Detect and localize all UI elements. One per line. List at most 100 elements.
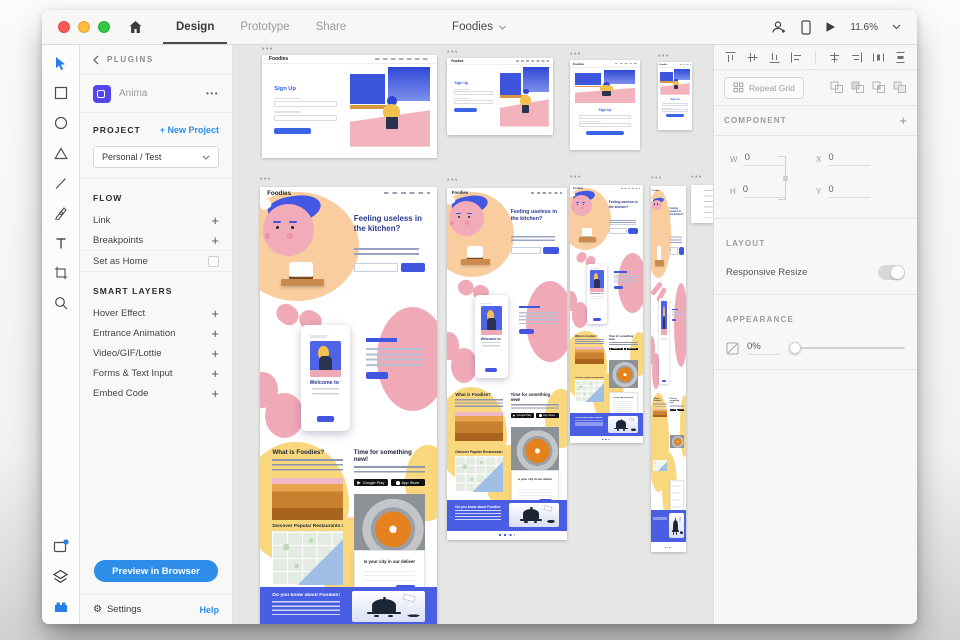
pen-tool[interactable] [53, 205, 69, 221]
home-button[interactable] [122, 10, 149, 44]
y-value[interactable]: 0 [828, 184, 870, 198]
artboard-options-menu[interactable]: ••• [570, 174, 582, 181]
phone-button-skeleton [593, 318, 600, 321]
artboard-signup-tablet[interactable]: Foodies Sign Up [570, 60, 640, 150]
align-top-button[interactable] [724, 51, 737, 64]
text-tool[interactable] [53, 235, 69, 251]
invite-button[interactable] [771, 20, 787, 34]
artboard-tool[interactable] [53, 265, 69, 281]
add-entrance-animation-button[interactable]: + [211, 327, 219, 340]
artboard-home-mobile[interactable]: Foodies Feeling useless in the kitchen? … [651, 186, 686, 552]
add-forms-button[interactable]: + [211, 367, 219, 380]
repeat-grid-button[interactable]: Repeat Grid [724, 77, 804, 99]
smart-layer-hover-effect[interactable]: Hover Effect + [80, 303, 232, 323]
assets-panel-button[interactable] [53, 538, 69, 554]
artboard-options-menu[interactable]: ••• [570, 51, 582, 58]
add-embed-code-button[interactable]: + [211, 387, 219, 400]
phone-mockup: Welcome to foodies! [301, 325, 351, 431]
rectangle-tool[interactable] [53, 85, 69, 101]
site-header: Foodies [262, 55, 437, 64]
flow-item-breakpoints[interactable]: Breakpoints + [80, 230, 232, 250]
smart-layer-entrance-animation[interactable]: Entrance Animation + [80, 323, 232, 343]
back-chevron-icon[interactable] [93, 55, 99, 65]
opacity-value[interactable]: 0% [747, 341, 781, 355]
artboard-options-menu[interactable]: ••• [658, 53, 670, 60]
select-tool[interactable] [53, 55, 69, 71]
footer-text: Do you know about Foodies? [272, 593, 339, 615]
help-link[interactable]: Help [199, 605, 219, 615]
artboard-signup-mobile[interactable]: Foodies Sign Up [658, 62, 692, 130]
x-field[interactable]: X0 [816, 152, 901, 166]
line-tool[interactable] [53, 175, 69, 191]
opacity-slider[interactable] [789, 342, 905, 354]
artboard-options-menu[interactable]: ••• [447, 49, 459, 56]
settings-button[interactable]: Settings [107, 604, 141, 615]
artboard-options-menu[interactable]: ••• [447, 177, 459, 184]
artboard-menu-screen[interactable] [691, 185, 713, 223]
boolean-add-button[interactable] [830, 81, 844, 94]
plugin-menu-button[interactable]: ••• [206, 89, 219, 98]
align-middle-button[interactable] [746, 51, 759, 64]
align-center-button[interactable] [828, 51, 841, 64]
preview-on-device-button[interactable] [801, 20, 811, 35]
polygon-tool[interactable] [53, 145, 69, 161]
social-icons-skeleton [499, 534, 514, 536]
align-right-button[interactable] [850, 51, 863, 64]
layers-panel-button[interactable] [53, 568, 69, 584]
minimize-window-button[interactable] [78, 21, 90, 33]
distribute-horizontal-button[interactable] [872, 51, 885, 64]
artboard-options-menu[interactable]: ••• [262, 46, 274, 53]
distribute-vertical-button[interactable] [894, 51, 907, 64]
zoom-level[interactable]: 11.6% [850, 22, 878, 33]
artboard-options-menu[interactable]: ••• [651, 175, 663, 182]
add-video-button[interactable]: + [211, 347, 219, 360]
width-field[interactable]: W0 [730, 152, 816, 166]
align-left-button[interactable] [790, 51, 803, 64]
project-select[interactable]: Personal / Test [93, 146, 219, 168]
design-canvas[interactable]: ••• ••• ••• ••• ••• ••• ••• ••• ••• Food… [233, 45, 713, 624]
zoom-window-button[interactable] [98, 21, 110, 33]
document-title-menu[interactable]: Foodies [452, 10, 507, 44]
artboard-signup-laptop[interactable]: Foodies Sign Up [447, 58, 553, 135]
artboard-home-laptop[interactable]: Foodies Feeling useless in the kitchen? … [447, 188, 567, 540]
smart-layer-forms-text-input[interactable]: Forms & Text Input + [80, 363, 232, 383]
tab-prototype[interactable]: Prototype [227, 10, 302, 44]
add-breakpoints-button[interactable]: + [211, 234, 219, 247]
zoom-tool[interactable] [53, 295, 69, 311]
text-skeleton [670, 405, 684, 408]
boolean-exclude-button[interactable] [893, 81, 907, 94]
opacity-icon [726, 342, 739, 355]
y-field[interactable]: Y0 [816, 184, 901, 198]
lock-aspect-ratio-bracket[interactable] [778, 156, 786, 200]
plugins-panel-button[interactable] [53, 598, 69, 614]
smart-layer-video-gif-lottie[interactable]: Video/GIF/Lottie + [80, 343, 232, 363]
artboard-options-menu[interactable]: ••• [260, 176, 272, 183]
artboard-home-tablet[interactable]: Foodies Feeling useless in the kitchen? … [570, 185, 643, 443]
desktop-preview-button[interactable] [825, 21, 836, 33]
add-component-button[interactable]: + [899, 114, 907, 127]
preview-in-browser-button[interactable]: Preview in Browser [94, 560, 218, 582]
slider-knob[interactable] [789, 342, 801, 354]
responsive-resize-toggle[interactable] [878, 265, 905, 280]
close-window-button[interactable] [58, 21, 70, 33]
set-as-home-checkbox[interactable] [208, 256, 219, 267]
tab-share[interactable]: Share [303, 10, 360, 44]
zoom-menu-chevron-icon[interactable] [892, 24, 901, 30]
add-link-button[interactable]: + [211, 214, 219, 227]
add-hover-effect-button[interactable]: + [211, 307, 219, 320]
artboard-home-desktop[interactable]: Foodies Feeling useless in the kitchen? … [260, 187, 437, 624]
align-bottom-button[interactable] [768, 51, 781, 64]
artboard-signup-desktop[interactable]: Foodies Sign Up [262, 55, 437, 158]
boolean-intersect-button[interactable] [872, 81, 886, 94]
smart-layer-embed-code[interactable]: Embed Code + [80, 383, 232, 403]
height-field[interactable]: H0 [730, 184, 816, 198]
object-toolbar: Repeat Grid [714, 70, 917, 106]
store-badges: Google Play App Store [354, 479, 425, 486]
tab-design[interactable]: Design [163, 10, 227, 44]
artboard-options-menu[interactable]: ••• [691, 174, 703, 181]
x-value[interactable]: 0 [828, 152, 870, 166]
flow-item-link[interactable]: Link + [80, 210, 232, 230]
new-project-link[interactable]: + New Project [160, 125, 219, 135]
boolean-subtract-button[interactable] [851, 81, 865, 94]
ellipse-tool[interactable] [53, 115, 69, 131]
